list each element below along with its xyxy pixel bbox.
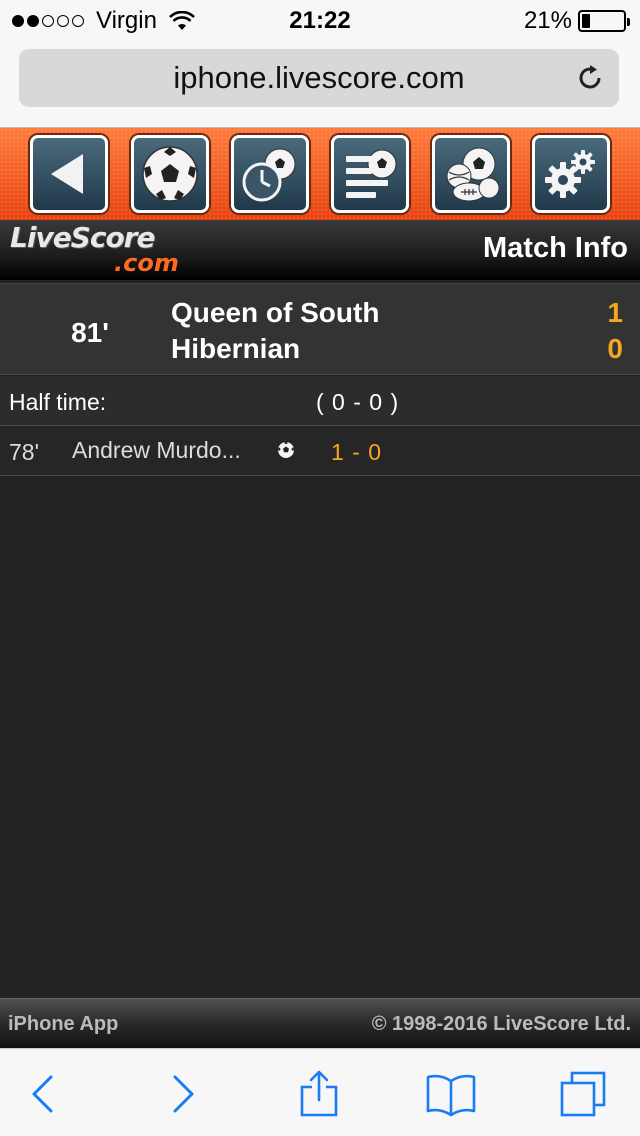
multi-sports-icon — [446, 147, 500, 202]
tabs-icon — [560, 1071, 606, 1117]
url-field[interactable]: iphone.livescore.com — [19, 49, 619, 107]
settings-button[interactable] — [532, 135, 610, 213]
soccer-ball-icon — [142, 146, 198, 202]
event-minute: 78' — [9, 439, 39, 465]
share-icon — [300, 1070, 338, 1117]
clock-ball-icon — [242, 148, 296, 202]
page-footer: iPhone App © 1998-2016 LiveScore Ltd. — [0, 998, 640, 1048]
browser-address-area: iphone.livescore.com — [0, 40, 640, 128]
bookmarks-book-icon — [426, 1074, 476, 1117]
browser-back-button[interactable] — [18, 1069, 68, 1119]
logo-text-bottom: .com — [114, 249, 179, 277]
settings-gears-icon — [545, 150, 595, 198]
share-button[interactable] — [294, 1069, 344, 1119]
battery-icon — [578, 10, 630, 32]
away-team-score: 0 — [607, 333, 623, 364]
livescore-logo[interactable]: LiveScore .com — [10, 224, 210, 276]
status-right: 21% — [523, 7, 630, 35]
nav-toolbar — [0, 128, 640, 220]
event-row: 78' Andrew Murdo... 1 - 0 — [0, 426, 640, 476]
event-score: 1 - 0 — [331, 439, 383, 465]
battery-fill — [582, 14, 591, 28]
list-ball-icon — [346, 149, 397, 198]
match-minute: 81' — [71, 317, 109, 348]
fixtures-button[interactable] — [231, 135, 309, 213]
live-scores-button[interactable] — [131, 135, 209, 213]
soccer-ball-icon — [277, 441, 295, 459]
league-tables-button[interactable] — [331, 135, 409, 213]
chevron-left-icon — [32, 1075, 53, 1113]
status-bar: Virgin 21:22 21% — [0, 0, 640, 40]
home-team-score: 1 — [607, 297, 623, 328]
iphone-app-link[interactable]: iPhone App — [8, 1013, 118, 1036]
tabs-button[interactable] — [558, 1069, 608, 1119]
browser-bottom-toolbar — [0, 1048, 640, 1136]
logo-text-top: LiveScore — [10, 221, 155, 254]
back-button[interactable] — [30, 135, 108, 213]
event-player: Andrew Murdo... — [72, 437, 241, 463]
bookmarks-button[interactable] — [426, 1069, 476, 1119]
away-team-name: Hibernian — [171, 333, 301, 364]
copyright-text: © 1998-2016 LiveScore Ltd. — [371, 1013, 631, 1035]
match-summary: 81' Queen of South Hibernian 1 0 — [0, 283, 640, 375]
reload-icon[interactable] — [575, 63, 605, 93]
battery-percent: 21% — [523, 7, 572, 34]
browser-forward-button[interactable] — [158, 1069, 208, 1119]
page-title: Match Info — [483, 232, 628, 264]
half-time-row: Half time: ( 0 - 0 ) — [0, 376, 640, 426]
back-arrow-icon — [51, 154, 83, 194]
half-time-label: Half time: — [9, 389, 107, 415]
half-time-score: ( 0 - 0 ) — [316, 389, 400, 415]
chevron-right-icon — [173, 1075, 194, 1113]
other-sports-button[interactable] — [432, 135, 510, 213]
home-team-name: Queen of South — [171, 297, 380, 328]
livescore-header: LiveScore .com Match Info — [0, 220, 640, 280]
url-text: iphone.livescore.com — [173, 60, 465, 95]
